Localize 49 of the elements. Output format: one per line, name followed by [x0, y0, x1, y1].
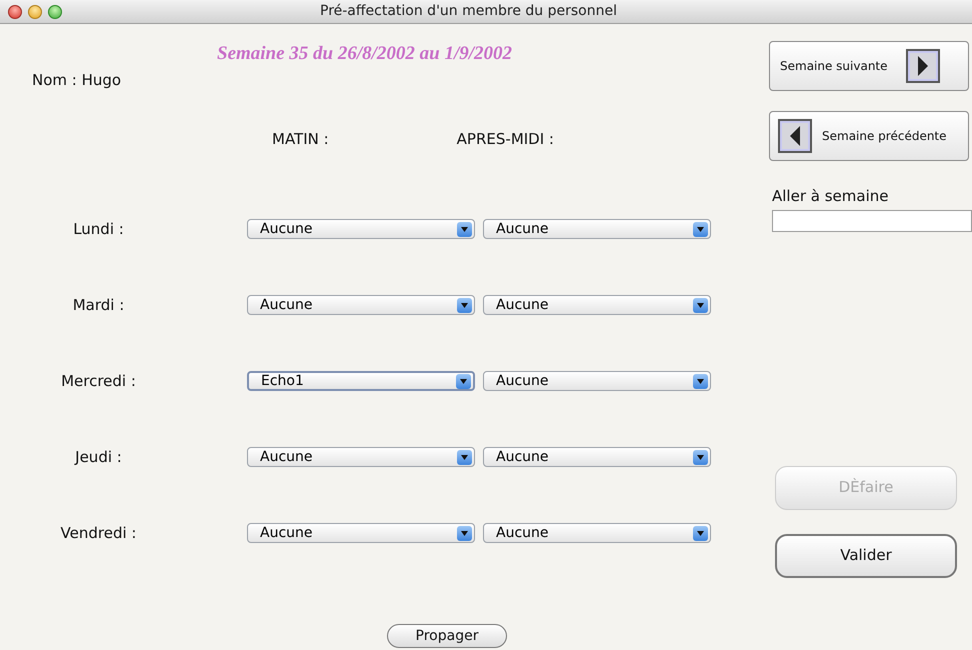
caret-icon — [457, 298, 472, 312]
caret-icon — [693, 526, 708, 540]
column-heading: APRES-MIDI : — [456, 129, 554, 150]
dropdown[interactable]: Aucune — [247, 447, 475, 467]
previous-week-button[interactable]: Semaine précédente — [769, 111, 969, 161]
caret-icon — [693, 298, 708, 312]
dropdown[interactable]: Aucune — [247, 295, 475, 315]
dropdown[interactable]: Aucune — [247, 523, 475, 543]
dropdown[interactable]: Aucune — [483, 295, 711, 315]
dropdown[interactable]: Aucune — [483, 371, 711, 391]
caret-icon — [693, 222, 708, 236]
window-title: Pré-affectation d'un membre du personnel — [320, 2, 617, 21]
zoom-icon[interactable] — [48, 4, 62, 18]
caret-icon — [693, 374, 708, 388]
dropdown[interactable]: Aucune — [483, 447, 711, 467]
dropdown[interactable]: Echo1 — [247, 371, 475, 391]
propagate-button[interactable]: Propager — [387, 624, 507, 648]
dropdown-value: Aucune — [260, 450, 314, 464]
next-week-button[interactable]: Semaine suivante — [769, 41, 969, 91]
day-label: Mardi : — [72, 294, 124, 316]
validate-button[interactable]: Valider — [775, 534, 957, 578]
dropdown-value: Aucune — [260, 526, 314, 540]
dropdown-value: Aucune — [496, 450, 550, 464]
name-label: Nom : Hugo — [32, 71, 122, 89]
dropdown-value: Aucune — [260, 222, 314, 236]
day-label: Lundi : — [73, 218, 124, 240]
goto-week-field[interactable] — [772, 210, 972, 232]
dropdown-value: Echo1 — [261, 374, 305, 388]
dropdown-value: Aucune — [496, 374, 550, 388]
caret-icon — [456, 374, 471, 388]
minimize-icon[interactable] — [28, 4, 42, 18]
column-heading: MATIN : — [272, 129, 329, 150]
caret-icon — [693, 450, 708, 464]
caret-icon — [457, 450, 472, 464]
dropdown[interactable]: Aucune — [483, 219, 711, 239]
dropdown-value: Aucune — [496, 526, 550, 540]
day-label: Mercredi : — [61, 370, 136, 392]
dropdown-value: Aucune — [496, 298, 550, 312]
dropdown[interactable]: Aucune — [483, 523, 711, 543]
caret-icon — [457, 526, 472, 540]
caret-icon — [457, 222, 472, 236]
dropdown[interactable]: Aucune — [247, 219, 475, 239]
day-label: Vendredi : — [60, 522, 136, 544]
close-icon[interactable] — [8, 4, 22, 18]
dropdown-value: Aucune — [496, 222, 550, 236]
week-heading: Semaine 35 du 26/8/2002 au 1/9/2002 — [217, 43, 512, 64]
dropdown-value: Aucune — [260, 298, 314, 312]
day-label: Jeudi : — [75, 446, 122, 468]
goto-week-label: Aller à semaine — [772, 186, 890, 207]
